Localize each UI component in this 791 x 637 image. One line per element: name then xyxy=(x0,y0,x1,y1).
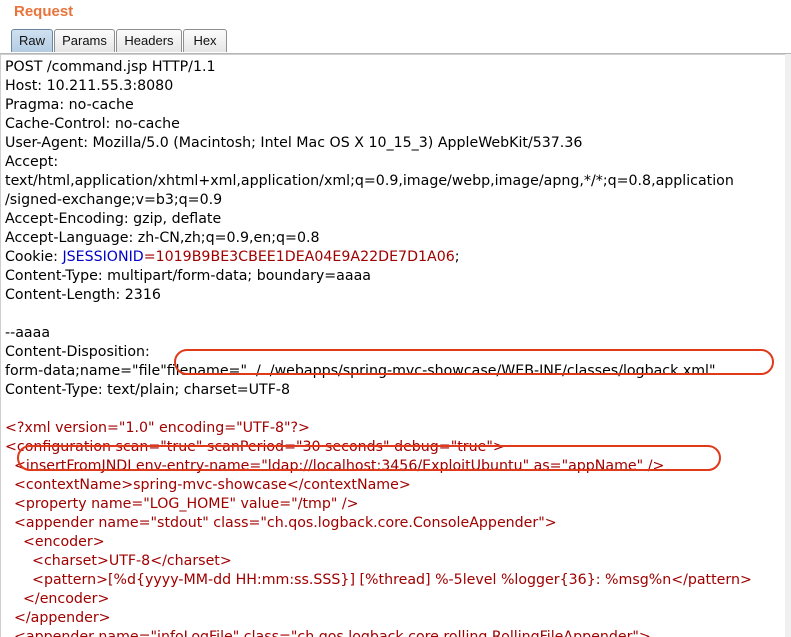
tab-params[interactable]: Params xyxy=(54,29,115,52)
content-disposition-label: Content-Disposition: xyxy=(5,344,150,360)
accept-language-header: Accept-Language: zh-CN,zh;q=0.9,en;q=0.8 xyxy=(5,230,320,246)
accept-header-value: text/html,application/xhtml+xml,applicat… xyxy=(5,173,734,189)
multipart-boundary: --aaaa xyxy=(5,325,51,341)
content-length-header: Content-Length: 2316 xyxy=(5,287,161,303)
accept-header-label: Accept: xyxy=(5,154,59,170)
cookie-name: JSESSIONID xyxy=(62,249,144,265)
xml-pattern: <pattern>[%d{yyyy-MM-dd HH:mm:ss.SSS}] [… xyxy=(5,572,752,588)
content-type-header: Content-Type: multipart/form-data; bound… xyxy=(5,268,371,284)
tab-hex[interactable]: Hex xyxy=(183,29,227,52)
editor-scrollbar[interactable] xyxy=(785,54,791,637)
cookie-header: Cookie: JSESSIONID=1019B9BE3CBEE1DEA04E9… xyxy=(5,248,460,267)
tab-headers[interactable]: Headers xyxy=(116,29,182,52)
xml-property: <property name="LOG_HOME" value="/tmp" /… xyxy=(5,496,359,512)
xml-appender-stdout: <appender name="stdout" class="ch.qos.lo… xyxy=(5,515,557,531)
message-editor-tabs: Raw Params Headers Hex xyxy=(0,29,791,54)
request-panel-title: Request xyxy=(14,3,74,20)
xml-encoder-open: <encoder> xyxy=(5,534,105,550)
cookie-end: ; xyxy=(454,249,460,265)
accept-encoding-header: Accept-Encoding: gzip, deflate xyxy=(5,211,222,227)
raw-request-editor[interactable]: POST /command.jsp HTTP/1.1 Host: 10.211.… xyxy=(0,54,791,637)
xml-appender-infologfile: <appender name="infoLogFile" class="ch.q… xyxy=(5,629,651,637)
xml-appender-close: </appender> xyxy=(5,610,111,626)
cookie-value: =1019B9BE3CBEE1DEA04E9A22DE7D1A06 xyxy=(143,249,455,265)
accept-header-value-cont: /signed-exchange;v=b3;q=0.9 xyxy=(5,192,223,208)
xml-charset: <charset>UTF-8</charset> xyxy=(5,553,232,569)
form-data-name: form-data;name="file" xyxy=(5,363,167,379)
cookie-label: Cookie: xyxy=(5,249,63,265)
host-header: Host: 10.211.55.3:8080 xyxy=(5,78,174,94)
tab-raw[interactable]: Raw xyxy=(11,29,53,52)
xml-insert-from-jndi: <insertFromJNDI env-entry-name="ldap://l… xyxy=(5,458,665,474)
xml-encoder-close: </encoder> xyxy=(5,591,110,607)
part-content-type: Content-Type: text/plain; charset=UTF-8 xyxy=(5,382,291,398)
pragma-header: Pragma: no-cache xyxy=(5,97,134,113)
xml-configuration-open: <configuration scan="true" scanPeriod="3… xyxy=(5,439,505,455)
form-data-filename: filename="../../webapps/spring-mvc-showc… xyxy=(166,363,716,379)
user-agent-header: User-Agent: Mozilla/5.0 (Macintosh; Inte… xyxy=(5,135,583,151)
cache-control-header: Cache-Control: no-cache xyxy=(5,116,180,132)
xml-context-name: <contextName>spring-mvc-showcase</contex… xyxy=(5,477,411,493)
request-line: POST /command.jsp HTTP/1.1 xyxy=(5,59,216,75)
xml-declaration: <?xml version="1.0" encoding="UTF-8"?> xyxy=(5,420,310,436)
form-data-line: form-data;name="file"filename="../../web… xyxy=(5,362,716,381)
